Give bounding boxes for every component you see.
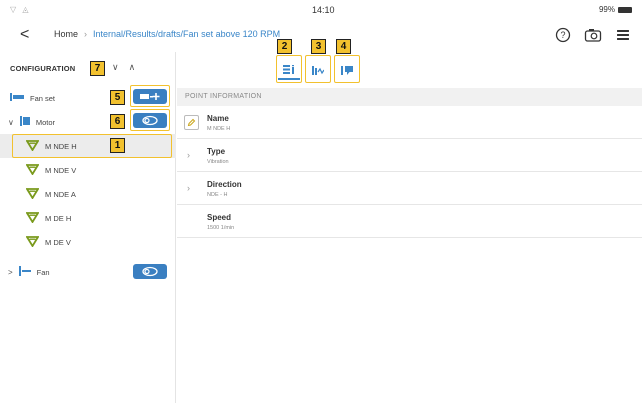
- expand-chevron-icon[interactable]: >: [8, 268, 13, 277]
- tab-notes[interactable]: [336, 60, 358, 80]
- tree-item-m-nde-v[interactable]: M NDE V: [0, 158, 176, 182]
- tab-point-information[interactable]: [278, 60, 300, 80]
- info-value: NDE - H: [207, 192, 228, 198]
- clock: 14:10: [312, 5, 335, 15]
- sensor-icon: [25, 211, 40, 225]
- status-bar: ▽ ◬ 14:10 99%: [0, 0, 642, 22]
- info-value: Vibration: [207, 159, 229, 165]
- callout-3: 3: [311, 39, 326, 54]
- tree-item-m-nde-a[interactable]: M NDE A: [0, 182, 176, 206]
- info-title: Speed: [207, 213, 232, 222]
- sensor-icon: [25, 235, 40, 249]
- tree-item-label: Fan set: [30, 93, 56, 103]
- fan-add-measurement-point-button[interactable]: [133, 264, 167, 279]
- tree-item-label: M NDE V: [45, 165, 77, 175]
- info-row-name[interactable]: Name M NDE H: [177, 107, 642, 139]
- tree-item-label: M NDE A: [45, 189, 76, 199]
- collapse-controls: ∨ ∧: [112, 62, 135, 73]
- callout-1: 1: [110, 138, 125, 153]
- tab-measurement[interactable]: [307, 60, 329, 80]
- add-measurement-point-button[interactable]: [133, 113, 167, 128]
- info-row-direction[interactable]: › Direction NDE - H: [177, 173, 642, 205]
- tree-item-m-de-h[interactable]: M DE H: [0, 206, 176, 230]
- help-icon[interactable]: ?: [554, 26, 572, 44]
- info-title: Type: [207, 147, 226, 156]
- callout-4: 4: [336, 39, 351, 54]
- tree-item-label: M DE V: [45, 237, 71, 247]
- section-header: POINT INFORMATION: [177, 88, 642, 106]
- battery-icon: [618, 6, 632, 13]
- view-tabs: 2 3 4: [177, 39, 642, 86]
- tree-item-label: Fan: [36, 267, 50, 277]
- add-component-button[interactable]: [133, 89, 167, 104]
- edit-pencil-icon[interactable]: [184, 115, 199, 130]
- chevron-right-icon: ›: [187, 183, 190, 193]
- breadcrumb-separator: ›: [84, 29, 88, 39]
- callout-5: 5: [110, 90, 125, 105]
- nav-icon-group: ?: [554, 26, 632, 44]
- tree-item-label: M DE H: [45, 213, 72, 223]
- chevron-right-icon: ›: [187, 150, 190, 160]
- info-row-type[interactable]: › Type Vibration: [177, 140, 642, 172]
- configuration-heading: CONFIGURATION: [10, 64, 76, 73]
- menu-icon[interactable]: [614, 26, 632, 44]
- sensor-icon: [25, 163, 40, 177]
- motor-icon: [19, 116, 30, 128]
- tree-item-m-de-v[interactable]: M DE V: [0, 230, 176, 254]
- breadcrumb: Home › Internal/Results/drafts/Fan set a…: [54, 29, 280, 39]
- callout-2: 2: [277, 39, 292, 54]
- breadcrumb-home[interactable]: Home: [54, 29, 78, 39]
- info-title: Direction: [207, 180, 242, 189]
- configuration-panel: CONFIGURATION 7 ∨ ∧ Fan set 5 ∨ Motor 6 …: [0, 52, 176, 403]
- info-title: Name: [207, 114, 229, 123]
- info-row-speed[interactable]: Speed 1500 1/min: [177, 206, 642, 238]
- collapse-up-button[interactable]: ∧: [129, 62, 136, 73]
- sensor-icon: [25, 187, 40, 201]
- info-value: 1500 1/min: [207, 225, 235, 231]
- callout-7: 7: [90, 61, 105, 76]
- battery-indicator: 99%: [599, 5, 632, 14]
- wifi-icon: ▽ ◬: [10, 5, 31, 14]
- fan-icon: [18, 266, 31, 278]
- callout-6: 6: [110, 114, 125, 129]
- battery-percent: 99%: [598, 5, 615, 14]
- point-information-panel: 2 3 4 POINT INFORMATION Name M NDE H › T…: [177, 39, 642, 403]
- expand-chevron-icon[interactable]: ∨: [8, 118, 14, 127]
- fan-set-icon: [10, 92, 24, 104]
- back-button[interactable]: <: [20, 26, 29, 44]
- tree-item-label: Motor: [35, 117, 56, 127]
- collapse-down-button[interactable]: ∨: [112, 62, 119, 73]
- callout-1-highlight: [12, 134, 172, 158]
- svg-text:?: ?: [560, 30, 565, 40]
- camera-icon[interactable]: [584, 26, 602, 44]
- breadcrumb-path[interactable]: Internal/Results/drafts/Fan set above 12…: [93, 29, 280, 39]
- info-value: M NDE H: [207, 126, 231, 132]
